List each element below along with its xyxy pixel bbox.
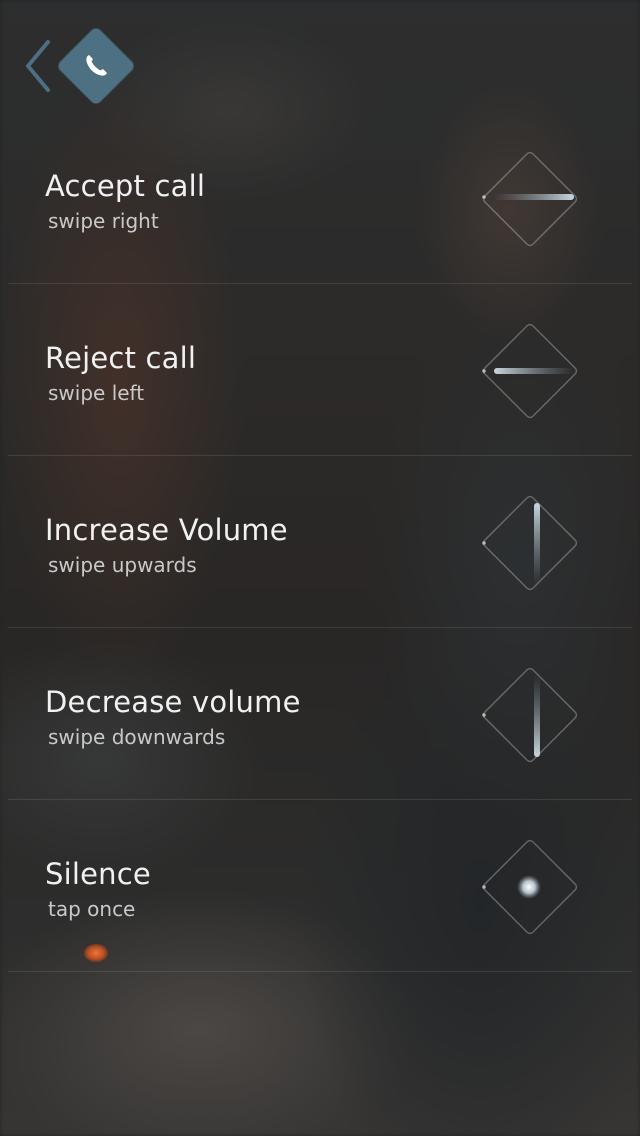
gesture-list: Accept call swipe right Reject call swip… xyxy=(8,112,632,972)
gesture-subtitle: tap once xyxy=(48,897,136,921)
gesture-title: Accept call xyxy=(45,169,206,203)
gesture-subtitle: swipe left xyxy=(48,381,145,405)
swipe-down-gesture-icon xyxy=(472,657,588,773)
tap-gesture-icon xyxy=(472,829,588,945)
chevron-left-icon[interactable] xyxy=(24,38,54,94)
gesture-title: Reject call xyxy=(45,341,197,375)
gesture-subtitle: swipe upwards xyxy=(48,553,197,577)
swipe-up-gesture-icon xyxy=(472,485,588,601)
list-item-increase-volume[interactable]: Increase Volume swipe upwards xyxy=(8,456,632,628)
gesture-title: Increase Volume xyxy=(45,513,288,547)
swipe-right-gesture-icon xyxy=(472,141,588,257)
list-item-decrease-volume[interactable]: Decrease volume swipe downwards xyxy=(8,628,632,800)
swipe-left-gesture-icon xyxy=(472,313,588,429)
gesture-subtitle: swipe downwards xyxy=(48,725,226,749)
list-item-accept-call[interactable]: Accept call swipe right xyxy=(8,112,632,284)
gesture-help-screen: Accept call swipe right Reject call swip… xyxy=(0,0,640,1136)
phone-icon xyxy=(80,50,112,82)
gesture-title: Decrease volume xyxy=(45,685,301,719)
gesture-subtitle: swipe right xyxy=(48,209,159,233)
gesture-title: Silence xyxy=(45,857,151,891)
touch-indicator xyxy=(84,944,108,962)
list-item-reject-call[interactable]: Reject call swipe left xyxy=(8,284,632,456)
